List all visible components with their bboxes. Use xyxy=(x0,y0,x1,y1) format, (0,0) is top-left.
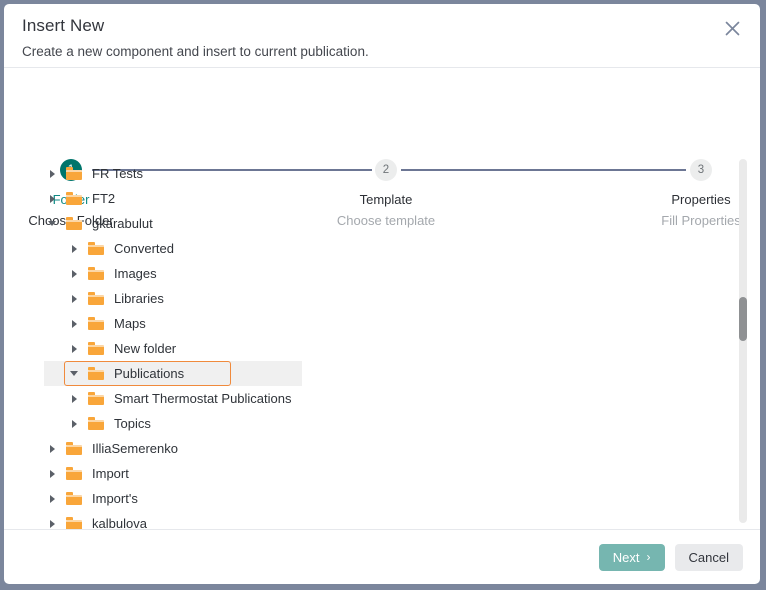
tree-row[interactable]: Import's xyxy=(4,486,760,511)
tree-row-label: FT2 xyxy=(92,191,116,206)
folder-icon xyxy=(88,342,104,355)
tree-row[interactable]: Libraries xyxy=(4,286,760,311)
tree-scrollbar[interactable] xyxy=(739,159,747,523)
folder-icon xyxy=(88,267,104,280)
folder-icon xyxy=(88,417,104,430)
chevron-right-icon[interactable] xyxy=(66,286,82,311)
chevron-down-icon[interactable] xyxy=(44,211,60,236)
folder-icon xyxy=(66,217,82,230)
chevron-right-icon[interactable] xyxy=(66,386,82,411)
tree-row[interactable]: Converted xyxy=(4,236,760,261)
chevron-right-icon[interactable] xyxy=(66,411,82,436)
tree-row[interactable]: gkarabulut xyxy=(4,211,760,236)
insert-new-dialog: Insert New Create a new component and in… xyxy=(3,3,761,585)
chevron-right-icon[interactable] xyxy=(66,261,82,286)
tree-row-label: Topics xyxy=(114,416,151,431)
tree-row-label: Publications xyxy=(114,366,185,381)
chevron-right-icon[interactable] xyxy=(66,311,82,336)
tree-row-label: Import xyxy=(92,466,129,481)
folder-icon xyxy=(88,242,104,255)
tree-row-label: Smart Thermostat Publications xyxy=(114,391,292,406)
folder-icon xyxy=(66,467,82,480)
chevron-right-icon[interactable] xyxy=(44,486,60,511)
tree-row-label: Libraries xyxy=(114,291,164,306)
tree-row[interactable]: Smart Thermostat Publications xyxy=(4,386,760,411)
folder-icon xyxy=(66,442,82,455)
tree-row-label: Images xyxy=(114,266,157,281)
folder-icon xyxy=(66,192,82,205)
tree-row[interactable]: kalbulova xyxy=(4,511,760,529)
folder-icon xyxy=(88,292,104,305)
dialog-footer: Next › Cancel xyxy=(4,530,760,584)
tree-row-label: gkarabulut xyxy=(92,216,153,231)
dialog-header: Insert New Create a new component and in… xyxy=(4,4,760,68)
tree-row-label: FR Tests xyxy=(92,166,144,181)
folder-icon xyxy=(88,317,104,330)
tree-row-label: Maps xyxy=(114,316,146,331)
tree-row[interactable]: Images xyxy=(4,261,760,286)
folder-icon xyxy=(66,517,82,529)
chevron-right-icon[interactable] xyxy=(44,161,60,186)
chevron-right-icon[interactable] xyxy=(44,511,60,529)
tree-row[interactable]: FR Tests xyxy=(4,161,760,186)
chevron-right-icon[interactable] xyxy=(66,336,82,361)
chevron-right-icon[interactable] xyxy=(44,186,60,211)
chevron-right-icon[interactable] xyxy=(44,436,60,461)
folder-tree[interactable]: FR Tests FT2 gkarabulut Converted Images Libr… xyxy=(4,154,760,529)
tree-row[interactable]: FT2 xyxy=(4,186,760,211)
tree-scrollbar-thumb[interactable] xyxy=(739,297,747,341)
tree-row-label: Import's xyxy=(92,491,138,506)
tree-row[interactable]: Import xyxy=(4,461,760,486)
close-icon[interactable] xyxy=(717,13,747,43)
chevron-right-icon[interactable] xyxy=(66,236,82,261)
tree-row[interactable]: IlliaSemerenko xyxy=(4,436,760,461)
tree-row-label: kalbulova xyxy=(92,516,147,529)
folder-tree-panel: FR Tests FT2 gkarabulut Converted Images Libr… xyxy=(4,154,760,530)
next-button-label: Next xyxy=(612,549,640,565)
tree-row-label: New folder xyxy=(114,341,177,356)
chevron-right-icon: › xyxy=(646,550,651,564)
tree-row[interactable]: New folder xyxy=(4,336,760,361)
dialog-subtitle: Create a new component and insert to cur… xyxy=(22,44,369,59)
folder-icon xyxy=(66,492,82,505)
next-button[interactable]: Next › xyxy=(598,543,665,571)
tree-row[interactable]: Maps xyxy=(4,311,760,336)
page-title: Insert New xyxy=(22,16,105,35)
chevron-right-icon[interactable] xyxy=(44,461,60,486)
tree-row[interactable]: Publications xyxy=(4,361,760,386)
tree-row-label: Converted xyxy=(114,241,174,256)
screen: Insert New Create a new component and in… xyxy=(0,0,766,590)
tree-row[interactable]: Topics xyxy=(4,411,760,436)
chevron-down-icon[interactable] xyxy=(66,361,82,386)
folder-icon xyxy=(66,167,82,180)
folder-icon xyxy=(88,367,104,380)
tree-row-label: IlliaSemerenko xyxy=(92,441,178,456)
stepper: 1 Folder Choose Folder 2 Template Choose… xyxy=(4,68,760,228)
folder-icon xyxy=(88,392,104,405)
cancel-button[interactable]: Cancel xyxy=(674,543,743,571)
